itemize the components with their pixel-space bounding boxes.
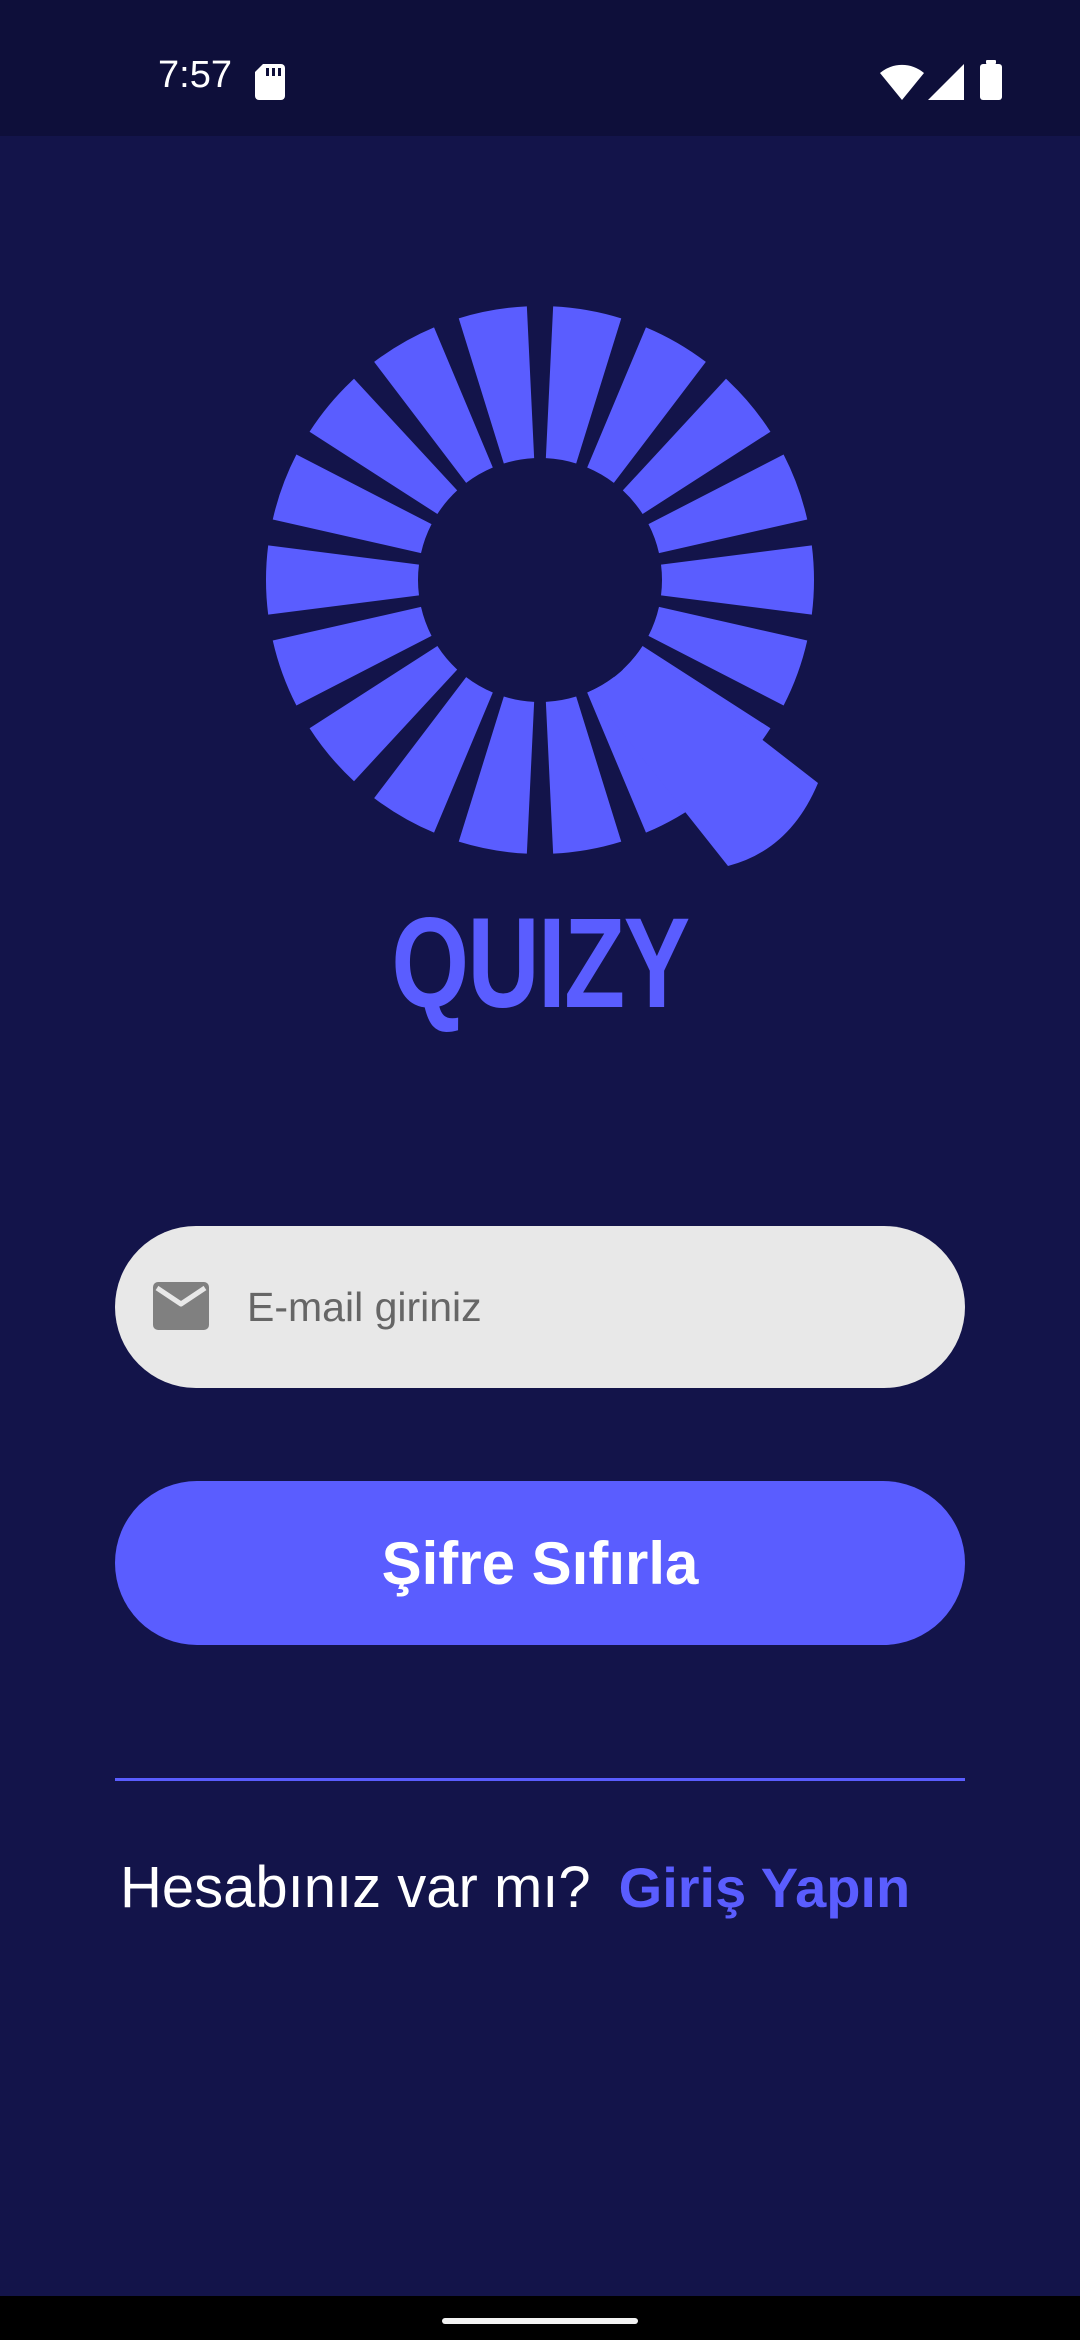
wifi-icon — [880, 64, 924, 100]
cell-signal-icon — [928, 64, 964, 100]
logo-segment — [661, 545, 814, 615]
reset-password-button[interactable]: Şifre Sıfırla — [115, 1481, 965, 1645]
login-link[interactable]: Giriş Yapın — [619, 1855, 911, 1920]
email-field[interactable] — [115, 1226, 965, 1388]
divider — [115, 1778, 965, 1781]
home-indicator[interactable] — [442, 2318, 638, 2324]
status-time: 7:57 — [158, 54, 232, 96]
logo-segment — [266, 545, 419, 615]
sd-card-icon — [255, 64, 285, 100]
account-prompt: Hesabınız var mı? Giriş Yapın — [120, 1852, 910, 1922]
mail-icon — [153, 1282, 209, 1330]
quizy-logo — [266, 306, 818, 866]
battery-icon — [980, 60, 1002, 100]
email-input[interactable] — [247, 1226, 927, 1388]
status-bar: 7:57 — [0, 0, 1080, 136]
account-question: Hesabınız var mı? — [120, 1854, 591, 1920]
app-title: QUIZY — [391, 892, 690, 1035]
